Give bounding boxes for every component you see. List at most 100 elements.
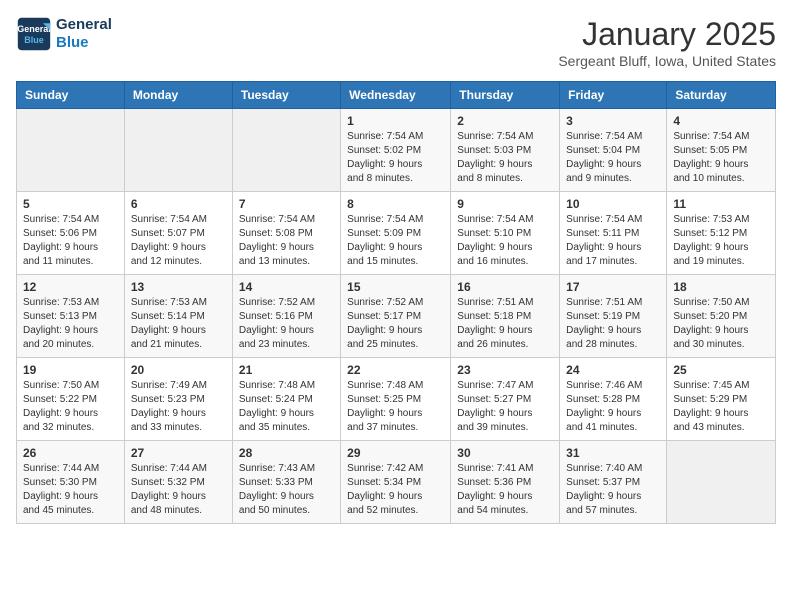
day-info: Sunrise: 7:50 AM Sunset: 5:20 PM Dayligh…: [673, 296, 769, 352]
calendar-cell: 29 Sunrise: 7:42 AM Sunset: 5:34 PM Dayli…: [341, 441, 451, 524]
calendar-week-1: 1 Sunrise: 7:54 AM Sunset: 5:02 PM Daylig…: [17, 109, 776, 192]
day-info: Sunrise: 7:54 AM Sunset: 5:10 PM Dayligh…: [457, 213, 553, 269]
day-number: 7: [239, 197, 334, 211]
calendar-week-5: 26 Sunrise: 7:44 AM Sunset: 5:30 PM Dayli…: [17, 441, 776, 524]
day-info: Sunrise: 7:54 AM Sunset: 5:07 PM Dayligh…: [131, 213, 226, 269]
calendar-cell: 16 Sunrise: 7:51 AM Sunset: 5:18 PM Dayli…: [451, 275, 560, 358]
day-number: 17: [566, 280, 660, 294]
day-info: Sunrise: 7:51 AM Sunset: 5:18 PM Dayligh…: [457, 296, 553, 352]
day-number: 22: [347, 363, 444, 377]
calendar-cell: [232, 109, 340, 192]
day-info: Sunrise: 7:42 AM Sunset: 5:34 PM Dayligh…: [347, 462, 444, 518]
day-number: 6: [131, 197, 226, 211]
day-info: Sunrise: 7:48 AM Sunset: 5:24 PM Dayligh…: [239, 379, 334, 435]
weekday-header-thursday: Thursday: [451, 82, 560, 109]
calendar-cell: 2 Sunrise: 7:54 AM Sunset: 5:03 PM Daylig…: [451, 109, 560, 192]
day-info: Sunrise: 7:54 AM Sunset: 5:08 PM Dayligh…: [239, 213, 334, 269]
calendar-cell: 21Sunrise: 7:48 AM Sunset: 5:24 PM Dayli…: [232, 358, 340, 441]
weekday-header-row: SundayMondayTuesdayWednesdayThursdayFrid…: [17, 82, 776, 109]
day-info: Sunrise: 7:53 AM Sunset: 5:14 PM Dayligh…: [131, 296, 226, 352]
calendar-cell: 9 Sunrise: 7:54 AM Sunset: 5:10 PM Daylig…: [451, 192, 560, 275]
day-info: Sunrise: 7:54 AM Sunset: 5:09 PM Dayligh…: [347, 213, 444, 269]
day-info: Sunrise: 7:54 AM Sunset: 5:11 PM Dayligh…: [566, 213, 660, 269]
calendar-cell: [17, 109, 125, 192]
day-number: 16: [457, 280, 553, 294]
day-number: 19: [23, 363, 118, 377]
calendar-cell: 6 Sunrise: 7:54 AM Sunset: 5:07 PM Daylig…: [124, 192, 232, 275]
weekday-header-saturday: Saturday: [667, 82, 776, 109]
calendar-cell: 25Sunrise: 7:45 AM Sunset: 5:29 PM Dayli…: [667, 358, 776, 441]
day-number: 10: [566, 197, 660, 211]
day-number: 29: [347, 446, 444, 460]
day-info: Sunrise: 7:44 AM Sunset: 5:32 PM Dayligh…: [131, 462, 226, 518]
day-info: Sunrise: 7:50 AM Sunset: 5:22 PM Dayligh…: [23, 379, 118, 435]
calendar-cell: 31Sunrise: 7:40 AM Sunset: 5:37 PM Dayli…: [560, 441, 667, 524]
weekday-header-tuesday: Tuesday: [232, 82, 340, 109]
calendar-cell: 17 Sunrise: 7:51 AM Sunset: 5:19 PM Dayli…: [560, 275, 667, 358]
calendar-cell: 20 Sunrise: 7:49 AM Sunset: 5:23 PM Dayli…: [124, 358, 232, 441]
calendar-week-3: 12 Sunrise: 7:53 AM Sunset: 5:13 PM Dayli…: [17, 275, 776, 358]
day-number: 3: [566, 114, 660, 128]
calendar-cell: 26 Sunrise: 7:44 AM Sunset: 5:30 PM Dayli…: [17, 441, 125, 524]
calendar-cell: [124, 109, 232, 192]
day-info: Sunrise: 7:51 AM Sunset: 5:19 PM Dayligh…: [566, 296, 660, 352]
day-number: 2: [457, 114, 553, 128]
day-number: 9: [457, 197, 553, 211]
day-info: Sunrise: 7:54 AM Sunset: 5:06 PM Dayligh…: [23, 213, 118, 269]
day-info: Sunrise: 7:46 AM Sunset: 5:28 PM Dayligh…: [566, 379, 660, 435]
calendar-cell: 18 Sunrise: 7:50 AM Sunset: 5:20 PM Dayli…: [667, 275, 776, 358]
calendar-cell: 13 Sunrise: 7:53 AM Sunset: 5:14 PM Dayli…: [124, 275, 232, 358]
day-info: Sunrise: 7:47 AM Sunset: 5:27 PM Dayligh…: [457, 379, 553, 435]
calendar-cell: 3 Sunrise: 7:54 AM Sunset: 5:04 PM Daylig…: [560, 109, 667, 192]
calendar-cell: 28Sunrise: 7:43 AM Sunset: 5:33 PM Dayli…: [232, 441, 340, 524]
day-number: 12: [23, 280, 118, 294]
day-number: 30: [457, 446, 553, 460]
day-number: 20: [131, 363, 226, 377]
day-number: 8: [347, 197, 444, 211]
calendar-cell: 23 Sunrise: 7:47 AM Sunset: 5:27 PM Dayli…: [451, 358, 560, 441]
day-number: 26: [23, 446, 118, 460]
calendar-cell: 14Sunrise: 7:52 AM Sunset: 5:16 PM Dayli…: [232, 275, 340, 358]
calendar-cell: 11Sunrise: 7:53 AM Sunset: 5:12 PM Dayli…: [667, 192, 776, 275]
day-info: Sunrise: 7:41 AM Sunset: 5:36 PM Dayligh…: [457, 462, 553, 518]
calendar-cell: 15Sunrise: 7:52 AM Sunset: 5:17 PM Dayli…: [341, 275, 451, 358]
calendar-cell: 24Sunrise: 7:46 AM Sunset: 5:28 PM Dayli…: [560, 358, 667, 441]
title-block: January 2025 Sergeant Bluff, Iowa, Unite…: [558, 16, 776, 69]
calendar-week-2: 5Sunrise: 7:54 AM Sunset: 5:06 PM Daylig…: [17, 192, 776, 275]
logo-text-blue: Blue: [56, 34, 112, 52]
day-number: 13: [131, 280, 226, 294]
calendar-week-4: 19 Sunrise: 7:50 AM Sunset: 5:22 PM Dayli…: [17, 358, 776, 441]
logo-icon: General Blue: [16, 16, 52, 52]
day-info: Sunrise: 7:54 AM Sunset: 5:04 PM Dayligh…: [566, 130, 660, 186]
calendar-cell: 1 Sunrise: 7:54 AM Sunset: 5:02 PM Daylig…: [341, 109, 451, 192]
day-number: 1: [347, 114, 444, 128]
calendar-cell: 27Sunrise: 7:44 AM Sunset: 5:32 PM Dayli…: [124, 441, 232, 524]
day-info: Sunrise: 7:54 AM Sunset: 5:05 PM Dayligh…: [673, 130, 769, 186]
weekday-header-wednesday: Wednesday: [341, 82, 451, 109]
day-info: Sunrise: 7:49 AM Sunset: 5:23 PM Dayligh…: [131, 379, 226, 435]
day-info: Sunrise: 7:52 AM Sunset: 5:17 PM Dayligh…: [347, 296, 444, 352]
calendar-cell: 7 Sunrise: 7:54 AM Sunset: 5:08 PM Daylig…: [232, 192, 340, 275]
day-info: Sunrise: 7:43 AM Sunset: 5:33 PM Dayligh…: [239, 462, 334, 518]
weekday-header-friday: Friday: [560, 82, 667, 109]
month-title: January 2025: [558, 16, 776, 53]
calendar-cell: 22Sunrise: 7:48 AM Sunset: 5:25 PM Dayli…: [341, 358, 451, 441]
weekday-header-sunday: Sunday: [17, 82, 125, 109]
calendar-cell: 4Sunrise: 7:54 AM Sunset: 5:05 PM Daylig…: [667, 109, 776, 192]
day-info: Sunrise: 7:44 AM Sunset: 5:30 PM Dayligh…: [23, 462, 118, 518]
day-info: Sunrise: 7:54 AM Sunset: 5:02 PM Dayligh…: [347, 130, 444, 186]
day-number: 23: [457, 363, 553, 377]
day-number: 18: [673, 280, 769, 294]
day-info: Sunrise: 7:54 AM Sunset: 5:03 PM Dayligh…: [457, 130, 553, 186]
day-info: Sunrise: 7:52 AM Sunset: 5:16 PM Dayligh…: [239, 296, 334, 352]
calendar-cell: 12 Sunrise: 7:53 AM Sunset: 5:13 PM Dayli…: [17, 275, 125, 358]
day-info: Sunrise: 7:45 AM Sunset: 5:29 PM Dayligh…: [673, 379, 769, 435]
page-header: General Blue General Blue January 2025 S…: [16, 16, 776, 69]
logo: General Blue General Blue: [16, 16, 112, 52]
calendar-cell: 10 Sunrise: 7:54 AM Sunset: 5:11 PM Dayli…: [560, 192, 667, 275]
location: Sergeant Bluff, Iowa, United States: [558, 53, 776, 69]
day-number: 31: [566, 446, 660, 460]
svg-text:Blue: Blue: [24, 35, 44, 45]
calendar-cell: [667, 441, 776, 524]
day-info: Sunrise: 7:53 AM Sunset: 5:13 PM Dayligh…: [23, 296, 118, 352]
